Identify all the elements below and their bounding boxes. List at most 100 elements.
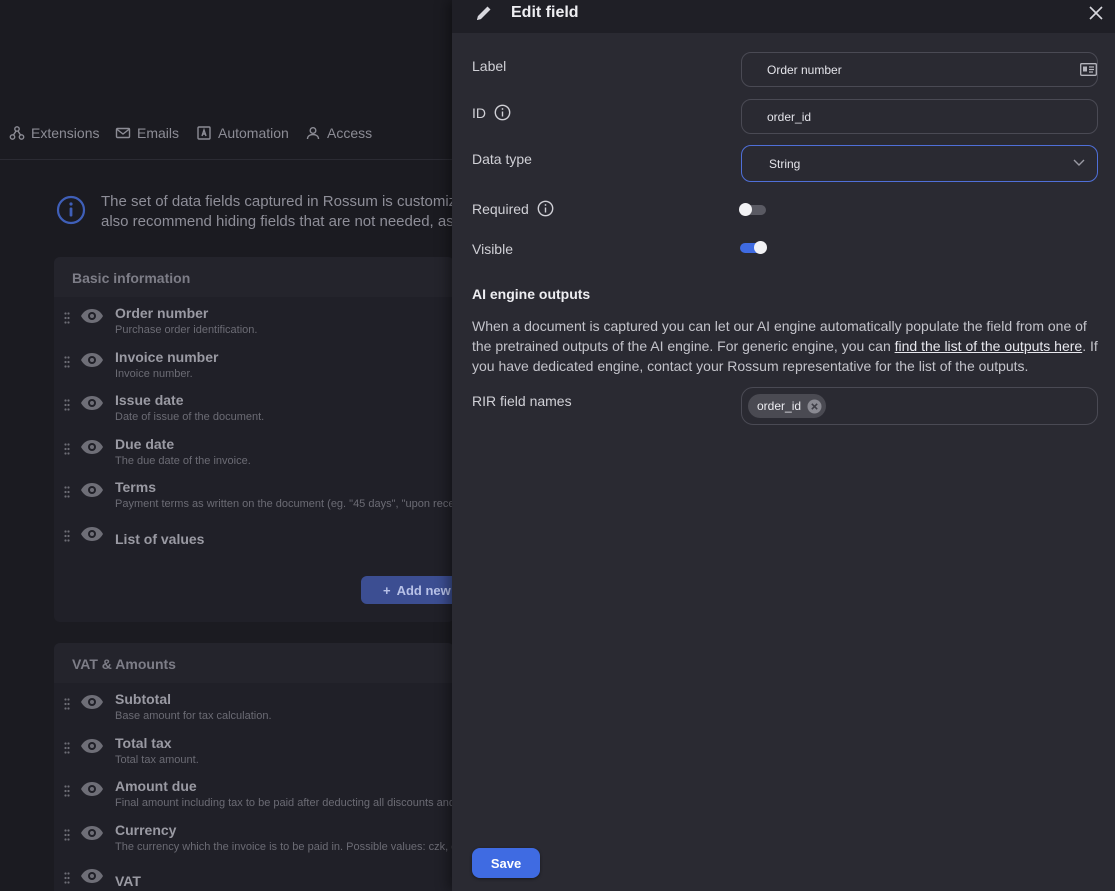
ai-engine-title: AI engine outputs [472,286,591,302]
field-row[interactable]: Total tax Total tax amount. [54,728,454,772]
visible-label-text: Visible [472,241,513,257]
drag-handle-icon[interactable] [64,399,70,411]
eye-icon[interactable] [80,482,104,498]
label-text: Label [472,58,507,74]
label-input[interactable]: Order number [741,52,1098,87]
section-title: Basic information [54,257,454,297]
field-name: VAT [115,873,141,890]
field-name: Total tax [115,734,172,751]
drag-handle-icon[interactable] [64,829,70,841]
id-label-text: ID [472,104,486,121]
datatype-label-text: Data type [472,151,532,167]
field-description: Final amount including tax to be paid af… [115,797,455,810]
add-new-label: Add new [396,582,451,598]
ai-engine-description: When a document is captured you can let … [472,316,1102,376]
field-row[interactable]: Invoice number Invoice number. [54,342,454,386]
id-input[interactable]: order_id [741,99,1098,134]
label-input-value: Order number [767,62,842,77]
eye-icon[interactable] [80,868,104,884]
drag-handle-icon[interactable] [64,486,70,498]
drag-handle-icon[interactable] [64,785,70,797]
field-row[interactable]: Subtotal Base amount for tax calculation. [54,684,454,728]
drawer-header: Edit field [452,0,1115,33]
required-label-text: Required [472,200,529,217]
field-name: Currency [115,821,177,838]
required-toggle[interactable] [739,203,766,216]
drag-handle-icon[interactable] [64,312,70,324]
section-title: VAT & Amounts [54,643,454,683]
chevron-down-icon [1073,159,1085,166]
id-field-label: ID [472,104,511,121]
eye-icon[interactable] [80,308,104,324]
tab-emails[interactable]: Emails [115,118,179,148]
tab-automation[interactable]: Automation [196,118,289,148]
info-icon[interactable] [537,200,554,217]
eye-icon[interactable] [80,352,104,368]
drag-handle-icon[interactable] [64,530,70,542]
field-row[interactable]: Terms Payment terms as written on the doc… [54,472,457,516]
datatype-select-value: String [769,156,801,171]
info-text: The set of data fields captured in Rossu… [101,192,485,232]
tab-label: Extensions [31,125,100,141]
visible-field-label: Visible [472,241,513,257]
field-description: Total tax amount. [115,753,199,766]
field-description: Invoice number. [115,367,193,380]
edit-field-drawer: Edit field Label Order number ID order_i… [452,0,1115,891]
mail-icon [115,127,131,139]
field-description: Date of issue of the document. [115,411,265,424]
save-button[interactable]: Save [472,848,540,878]
datatype-select[interactable]: String [741,145,1098,182]
info-icon [56,195,86,225]
eye-icon[interactable] [80,825,104,841]
tab-access[interactable]: Access [305,118,372,148]
drag-handle-icon[interactable] [64,741,70,754]
required-field-label: Required [472,200,554,217]
close-icon[interactable] [1088,5,1104,21]
datatype-field-label: Data type [472,151,532,167]
eye-icon[interactable] [80,738,104,754]
field-row[interactable]: Currency The currency which the invoice i… [54,815,460,859]
rir-chip: order_id [748,394,827,418]
plus-icon: + [383,582,391,598]
outputs-list-link[interactable]: find the list of the outputs here [895,338,1083,354]
field-name: Invoice number [115,348,219,365]
eye-icon[interactable] [80,526,104,542]
rir-field-names-input[interactable]: order_id [741,387,1098,425]
eye-icon[interactable] [80,395,104,411]
field-description: Purchase order identification. [115,324,258,336]
visible-toggle[interactable] [740,241,767,254]
eye-icon[interactable] [80,694,104,710]
field-name: Terms [115,479,156,496]
field-row[interactable]: VAT [54,858,454,891]
field-row[interactable]: Amount due Final amount including tax to … [54,771,455,815]
drag-handle-icon[interactable] [64,872,70,884]
field-name: Subtotal [115,691,171,707]
tab-extensions[interactable]: Extensions [9,118,99,148]
label-field-label: Label [472,58,506,74]
info-line-2: also recommend hiding fields that are no… [101,213,483,230]
extensions-icon [9,126,25,140]
automation-icon [197,126,211,140]
field-name: Amount due [115,778,197,795]
field-name: Issue date [115,392,184,409]
remove-chip-icon[interactable] [807,399,822,414]
field-row[interactable]: Order number Purchase order identificatio… [54,298,454,342]
drag-handle-icon[interactable] [64,443,70,455]
field-description: The currency which the invoice is to be … [115,840,460,853]
id-input-value: order_id [767,109,812,124]
eye-icon[interactable] [80,781,104,797]
rir-field-label: RIR field names [472,393,572,409]
field-row[interactable]: Due date The due date of the invoice. [54,429,454,473]
field-row[interactable]: Issue date Date of issue of the document. [54,385,454,429]
tab-label: Automation [218,125,289,141]
eye-icon[interactable] [80,439,104,455]
info-icon[interactable] [494,104,511,121]
field-row[interactable]: List of values [54,516,454,560]
user-icon [306,127,320,140]
id-card-icon [1080,63,1097,76]
field-name: List of values [115,531,205,547]
drag-handle-icon[interactable] [64,698,70,710]
drag-handle-icon[interactable] [64,355,70,368]
field-name: Due date [115,435,175,452]
field-name: Order number [115,305,209,321]
